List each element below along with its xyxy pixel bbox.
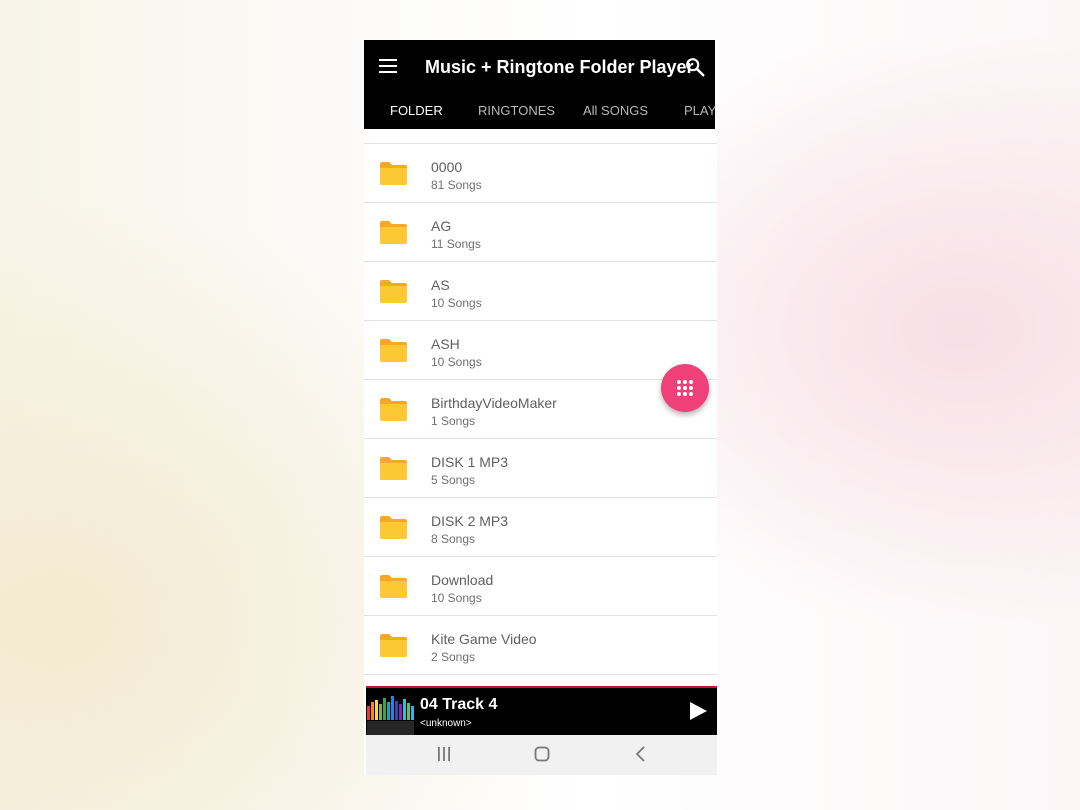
- folder-icon: [380, 339, 407, 362]
- song-count: 10 Songs: [431, 355, 482, 369]
- mini-player[interactable]: 04 Track 4 <unknown>: [366, 686, 717, 736]
- folder-name: Kite Game Video: [431, 631, 537, 647]
- play-icon[interactable]: [688, 701, 708, 721]
- list-item[interactable]: DISK 2 MP3 8 Songs: [364, 498, 717, 557]
- track-artist: <unknown>: [420, 718, 472, 729]
- folder-icon: [380, 162, 407, 185]
- search-icon[interactable]: [684, 56, 706, 78]
- song-count: 1 Songs: [431, 414, 476, 428]
- folder-name: 0000: [431, 159, 463, 175]
- song-count: 5 Songs: [431, 473, 476, 487]
- back-icon[interactable]: [634, 746, 648, 762]
- tab-playlist[interactable]: PLAY: [684, 103, 716, 118]
- song-count: 2 Songs: [431, 650, 476, 664]
- list-item[interactable]: Kite Game Video 2 Songs: [364, 616, 717, 675]
- home-icon[interactable]: [534, 746, 550, 762]
- tab-all-songs[interactable]: All SONGS: [583, 103, 648, 118]
- equalizer-icon: [367, 696, 414, 735]
- folder-icon: [380, 634, 407, 657]
- app-title: Music + Ringtone Folder Player: [425, 57, 694, 77]
- folder-icon: [380, 575, 407, 598]
- list-item[interactable]: Download 10 Songs: [364, 557, 717, 616]
- folder-name: DISK 2 MP3: [431, 513, 509, 529]
- phone-screen: Music + Ringtone Folder Player FOLDER RI…: [364, 40, 717, 775]
- folder-name: AS: [431, 277, 450, 293]
- song-count: 8 Songs: [431, 532, 476, 546]
- folder-list: 0000 81 Songs AG 11 Songs AS 10 Songs ASH 10 So…: [364, 129, 717, 675]
- grid-dots-icon: [677, 380, 693, 396]
- tab-ringtones[interactable]: RINGTONES: [478, 103, 555, 118]
- song-count: 10 Songs: [431, 296, 482, 310]
- tab-folder[interactable]: FOLDER: [390, 103, 443, 118]
- song-count: 81 Songs: [431, 178, 482, 192]
- list-item-partial: [364, 129, 717, 144]
- track-title: 04 Track 4: [420, 696, 498, 713]
- list-item[interactable]: AS 10 Songs: [364, 262, 717, 321]
- folder-name: AG: [431, 218, 452, 234]
- folder-name: ASH: [431, 336, 460, 352]
- list-item[interactable]: DISK 1 MP3 5 Songs: [364, 439, 717, 498]
- song-count: 10 Songs: [431, 591, 482, 605]
- folder-icon: [380, 221, 407, 244]
- song-count: 11 Songs: [431, 237, 481, 251]
- tab-bar: FOLDER RINGTONES All SONGS PLAY: [364, 100, 716, 129]
- folder-icon: [380, 280, 407, 303]
- list-item[interactable]: AG 11 Songs: [364, 203, 717, 262]
- list-item[interactable]: 0000 81 Songs: [364, 144, 717, 203]
- folder-icon: [380, 457, 407, 480]
- grid-menu-button[interactable]: [661, 364, 709, 412]
- system-nav-bar: [366, 735, 717, 775]
- menu-icon[interactable]: [379, 59, 397, 73]
- folder-name: Download: [431, 572, 494, 588]
- folder-icon: [380, 398, 407, 421]
- recent-apps-icon[interactable]: [436, 747, 452, 761]
- folder-icon: [380, 516, 407, 539]
- app-bar: Music + Ringtone Folder Player FOLDER RI…: [364, 40, 716, 129]
- folder-name: BirthdayVideoMaker: [431, 395, 557, 411]
- folder-name: DISK 1 MP3: [431, 454, 509, 470]
- list-item[interactable]: ASH 10 Songs: [364, 321, 717, 380]
